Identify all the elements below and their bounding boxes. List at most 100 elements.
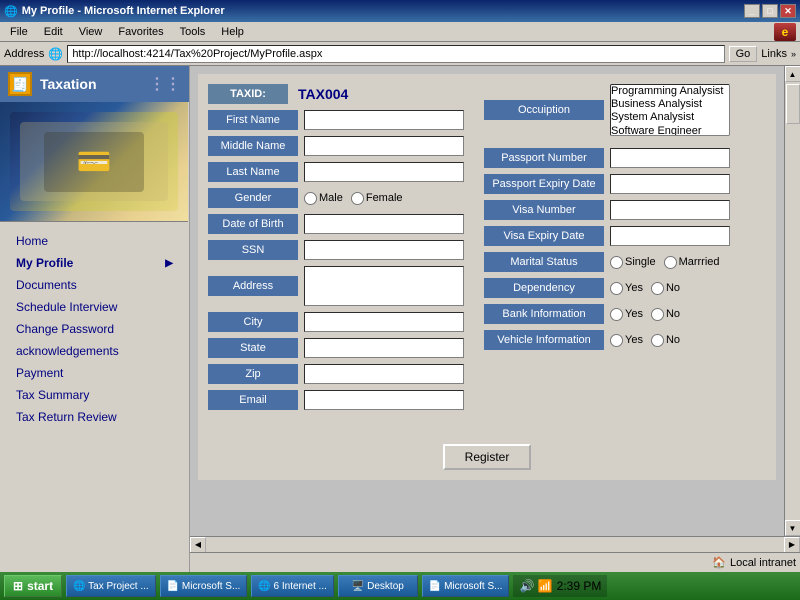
sidebar-title: Taxation [40,76,97,92]
marital-married-label[interactable]: Marrried [664,256,720,269]
email-input[interactable] [304,390,464,410]
ie-logo: e [774,23,796,41]
visa-expiry-input[interactable] [610,226,730,246]
state-row: State [208,338,464,358]
menu-favorites[interactable]: Favorites [112,24,169,40]
menu-edit[interactable]: Edit [38,24,69,40]
city-input[interactable] [304,312,464,332]
taskbar-task-3[interactable]: 🖥️ Desktop [338,575,418,597]
menu-tools[interactable]: Tools [174,24,212,40]
dependency-row: Dependency Yes No [484,278,766,298]
sidebar-item-taxsummary[interactable]: Tax Summary [0,384,189,406]
gender-female-label[interactable]: Female [351,192,403,205]
taskbar-task-1[interactable]: 📄 Microsoft S... [160,575,248,597]
maximize-button[interactable]: □ [762,4,778,18]
start-button[interactable]: ⊞ start [4,575,62,597]
gender-group: Male Female [304,192,403,205]
sidebar-item-acknowledgements[interactable]: acknowledgements [0,340,189,362]
occupation-select[interactable]: Programming Analysist Business Analysist… [610,84,730,136]
sidebar-item-payment[interactable]: Payment [0,362,189,384]
zip-label: Zip [208,364,298,384]
go-button[interactable]: Go [729,46,758,62]
gender-male-label[interactable]: Male [304,192,343,205]
passport-expiry-label: Passport Expiry Date [484,174,604,194]
visa-number-label: Visa Number [484,200,604,220]
passport-number-input[interactable] [610,148,730,168]
scroll-thumb[interactable] [786,84,800,124]
lastname-input[interactable] [304,162,464,182]
sidebar-item-documents[interactable]: Documents [0,274,189,296]
dob-input[interactable] [304,214,464,234]
windows-icon: ⊞ [13,579,23,593]
gender-female-radio[interactable] [351,192,364,205]
visa-expiry-row: Visa Expiry Date [484,226,766,246]
dependency-label: Dependency [484,278,604,298]
firstname-input[interactable] [304,110,464,130]
sidebar-image: 💳 [0,102,188,222]
menu-file[interactable]: File [4,24,34,40]
sidebar-item-schedule[interactable]: Schedule Interview [0,296,189,318]
minimize-button[interactable]: _ [744,4,760,18]
dependency-yes-label[interactable]: Yes [610,282,643,295]
visa-number-input[interactable] [610,200,730,220]
scroll-down-button[interactable]: ▼ [785,520,800,536]
marital-married-radio[interactable] [664,256,677,269]
form-left-column: TAXID: TAX004 First Name [208,84,464,416]
register-button[interactable]: Register [443,444,532,470]
bank-no-label[interactable]: No [651,308,680,321]
scroll-right-button[interactable]: ▶ [784,537,800,553]
gender-row: Gender Male Female [208,188,464,208]
zip-input[interactable] [304,364,464,384]
middlename-input[interactable] [304,136,464,156]
taxation-icon: 🧾 [8,72,32,96]
address-label: Address [4,48,44,60]
scroll-left-button[interactable]: ◀ [190,537,206,553]
gender-male-radio[interactable] [304,192,317,205]
firstname-row: First Name [208,110,464,130]
occupation-row: Occuiption Programming Analysist Busines… [484,84,766,136]
sidebar-item-taxreturn[interactable]: Tax Return Review [0,406,189,428]
vehicle-info-row: Vehicle Information Yes No [484,330,766,350]
dependency-no-label[interactable]: No [651,282,680,295]
form-wrapper: TAXID: TAX004 First Name [198,74,776,480]
sidebar-item-myprofile[interactable]: My Profile ▶ [0,252,189,274]
passport-expiry-input[interactable] [610,174,730,194]
city-label: City [208,312,298,332]
state-label: State [208,338,298,358]
bank-no-radio[interactable] [651,308,664,321]
dependency-yes-radio[interactable] [610,282,623,295]
address-url[interactable]: http://localhost:4214/Tax%20Project/MyPr… [72,48,322,60]
vehicle-info-label: Vehicle Information [484,330,604,350]
vehicle-no-label[interactable]: No [651,334,680,347]
register-container: Register [208,432,766,470]
vertical-scrollbar[interactable]: ▲ ▼ [784,66,800,536]
vehicle-yes-radio[interactable] [610,334,623,347]
taskbar-task-4[interactable]: 📄 Microsoft S... [422,575,510,597]
dob-row: Date of Birth [208,214,464,234]
sidebar-drag: ⋮⋮ [149,74,181,94]
close-button[interactable]: ✕ [780,4,796,18]
scroll-up-button[interactable]: ▲ [785,66,800,82]
taskbar-task-2[interactable]: 🌐 6 Internet ... [251,575,334,597]
vehicle-yes-label[interactable]: Yes [610,334,643,347]
sidebar-item-home[interactable]: Home [0,230,189,252]
dependency-no-radio[interactable] [651,282,664,295]
bank-yes-radio[interactable] [610,308,623,321]
bank-yes-label[interactable]: Yes [610,308,643,321]
sidebar-item-password[interactable]: Change Password [0,318,189,340]
browser-icon: 🌐 [4,5,18,18]
address-input[interactable] [304,266,464,306]
bank-info-group: Yes No [610,308,680,321]
menu-help[interactable]: Help [215,24,250,40]
menu-bar: File Edit View Favorites Tools Help e [0,22,800,42]
page-main: TAXID: TAX004 First Name [190,66,800,572]
state-input[interactable] [304,338,464,358]
ssn-input[interactable] [304,240,464,260]
horizontal-scrollbar[interactable]: ◀ ▶ [190,536,800,552]
marital-single-radio[interactable] [610,256,623,269]
taskbar-task-0[interactable]: 🌐 Tax Project ... [66,575,156,597]
passport-number-label: Passport Number [484,148,604,168]
menu-view[interactable]: View [73,24,109,40]
vehicle-no-radio[interactable] [651,334,664,347]
marital-single-label[interactable]: Single [610,256,656,269]
